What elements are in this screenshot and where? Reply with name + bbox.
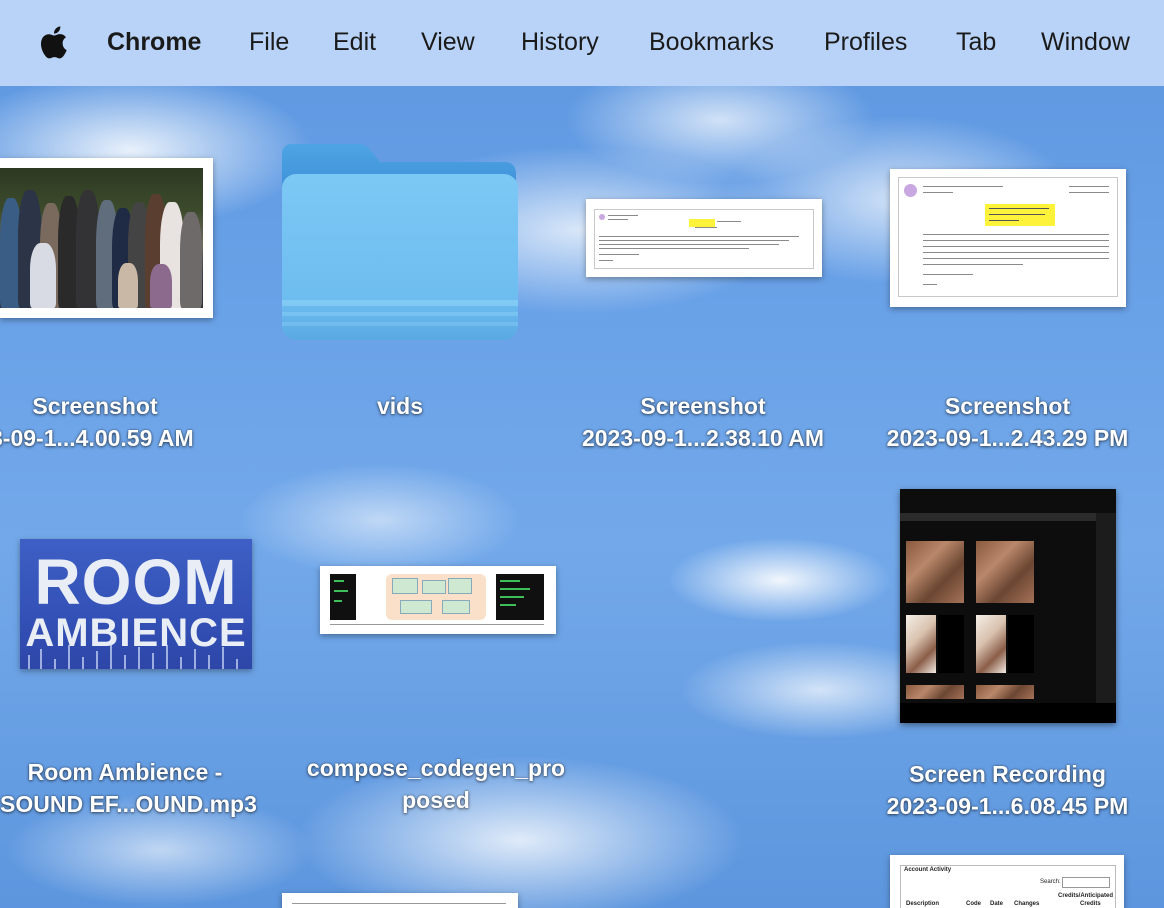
album-art-text-2: AMBIENCE <box>25 611 247 655</box>
album-art: ROOM AMBIENCE <box>20 539 252 669</box>
document-thumbnail <box>282 893 518 908</box>
email-thumbnail <box>586 199 822 277</box>
file-name-line1: Screenshot <box>32 393 158 419</box>
menu-profiles[interactable]: Profiles <box>824 26 907 58</box>
menu-file[interactable]: File <box>249 26 289 58</box>
desktop-item-screenshot-2[interactable]: Screenshot 2023-09-1...2.38.10 AM <box>560 195 850 455</box>
desktop-item-screen-recording[interactable]: Screen Recording 2023-09-1...6.08.45 PM <box>860 485 1155 825</box>
file-name-line2: 3-09-1...4.00.59 AM <box>0 425 194 451</box>
photo-thumbnail <box>0 158 213 318</box>
apple-logo-icon[interactable] <box>38 24 68 60</box>
menu-app-name[interactable]: Chrome <box>107 26 201 58</box>
menu-bookmarks[interactable]: Bookmarks <box>649 26 774 58</box>
menu-tab[interactable]: Tab <box>956 26 996 58</box>
menu-view[interactable]: View <box>421 26 475 58</box>
folder-name: vids <box>376 393 424 419</box>
menu-window[interactable]: Window <box>1041 26 1130 58</box>
menu-history[interactable]: History <box>521 26 599 58</box>
album-art-text-1: ROOM <box>34 546 238 618</box>
email-thumbnail-large <box>890 169 1126 307</box>
desktop-item-screenshot-3[interactable]: Screenshot 2023-09-1...2.43.29 PM <box>860 165 1155 455</box>
file-name-line1: Screenshot <box>640 393 766 419</box>
desktop-item-partial[interactable] <box>282 893 518 908</box>
file-name-line2: 2023-09-1...6.08.45 PM <box>886 793 1129 819</box>
desktop-item-vids-folder[interactable]: vids <box>270 140 530 450</box>
desktop-item-compose-codegen[interactable]: compose_codegen_pro posed <box>290 560 590 830</box>
file-name-line1: Screen Recording <box>909 761 1106 787</box>
folder-icon <box>282 144 518 340</box>
group-photo <box>0 168 203 308</box>
file-name-line1: compose_codegen_pro <box>306 755 566 781</box>
menu-bar: Chrome File Edit View History Bookmarks … <box>0 0 1164 86</box>
table-thumbnail: Account Activity Search: Credits/Anticip… <box>890 855 1124 908</box>
desktop[interactable]: Chrome File Edit View History Bookmarks … <box>0 0 1164 908</box>
desktop-item-room-ambience[interactable]: ROOM AMBIENCE Room Ambience - SOUND EF..… <box>0 535 290 825</box>
video-thumbnail <box>900 489 1116 723</box>
diagram-thumbnail <box>320 566 556 634</box>
file-name-line2: 2023-09-1...2.43.29 PM <box>886 425 1129 451</box>
desktop-item-screenshot-1[interactable]: Screenshot 3-09-1...4.00.59 AM <box>0 150 250 451</box>
file-name-line2: posed <box>402 787 470 813</box>
menu-edit[interactable]: Edit <box>333 26 376 58</box>
file-name-line1: Screenshot <box>944 393 1071 419</box>
desktop-item-account-activity[interactable]: Account Activity Search: Credits/Anticip… <box>890 855 1126 908</box>
file-name-line2: 2023-09-1...2.38.10 AM <box>581 425 825 451</box>
file-name-line2: SOUND EF...OUND.mp3 <box>0 791 257 817</box>
file-name-line1: Room Ambience - <box>27 759 223 785</box>
